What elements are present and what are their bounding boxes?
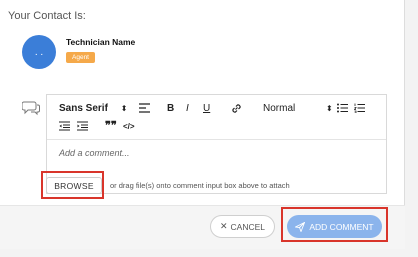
indent-increase-icon — [77, 121, 88, 131]
blockquote-icon: ❞❞ — [105, 120, 117, 132]
comment-input[interactable]: Add a comment... — [59, 148, 130, 158]
font-size-select[interactable]: Normal ⬍ — [263, 103, 333, 115]
comment-icon — [21, 100, 40, 116]
add-comment-highlight — [281, 207, 388, 242]
font-size-label: Normal — [263, 103, 296, 114]
browse-highlight — [41, 171, 104, 199]
ordered-list-button[interactable] — [354, 103, 365, 113]
bullet-list-button[interactable] — [337, 103, 348, 113]
comment-panel: Your Contact Is: . . Technician Name Age… — [0, 0, 405, 249]
blockquote-button[interactable]: ❞❞ — [105, 120, 117, 132]
font-family-label: Sans Serif — [59, 103, 108, 114]
indent-decrease-icon — [59, 121, 70, 131]
attach-hint: or drag file(s) onto comment input box a… — [110, 181, 290, 190]
font-family-select[interactable]: Sans Serif ⬍ — [59, 103, 127, 115]
avatar: . . — [22, 35, 56, 69]
align-button[interactable] — [139, 103, 150, 113]
close-icon: ✕ — [219, 221, 228, 231]
ordered-list-icon — [354, 103, 365, 113]
cancel-button[interactable]: ✕ CANCEL — [210, 215, 275, 238]
code-icon: </> — [123, 122, 135, 131]
editor-toolbar: Sans Serif ⬍ B I U Normal ⬍ ❞❞ </> — [47, 95, 386, 140]
agent-badge: Agent — [66, 52, 95, 63]
code-button[interactable]: </> — [123, 121, 135, 133]
underline-button[interactable]: U — [203, 103, 210, 115]
italic-button[interactable]: I — [186, 103, 189, 115]
technician-name: Technician Name — [66, 37, 136, 47]
select-arrows-icon: ⬍ — [326, 104, 333, 113]
align-icon — [139, 103, 150, 113]
cancel-label: CANCEL — [230, 221, 266, 232]
bold-button[interactable]: B — [167, 103, 174, 115]
indent-decrease-button[interactable] — [59, 121, 70, 131]
link-button[interactable] — [231, 103, 242, 114]
link-icon — [232, 104, 241, 113]
bullet-list-icon — [337, 103, 348, 113]
contact-title: Your Contact Is: — [8, 10, 86, 22]
indent-increase-button[interactable] — [77, 121, 88, 131]
select-arrows-icon: ⬍ — [120, 104, 128, 113]
